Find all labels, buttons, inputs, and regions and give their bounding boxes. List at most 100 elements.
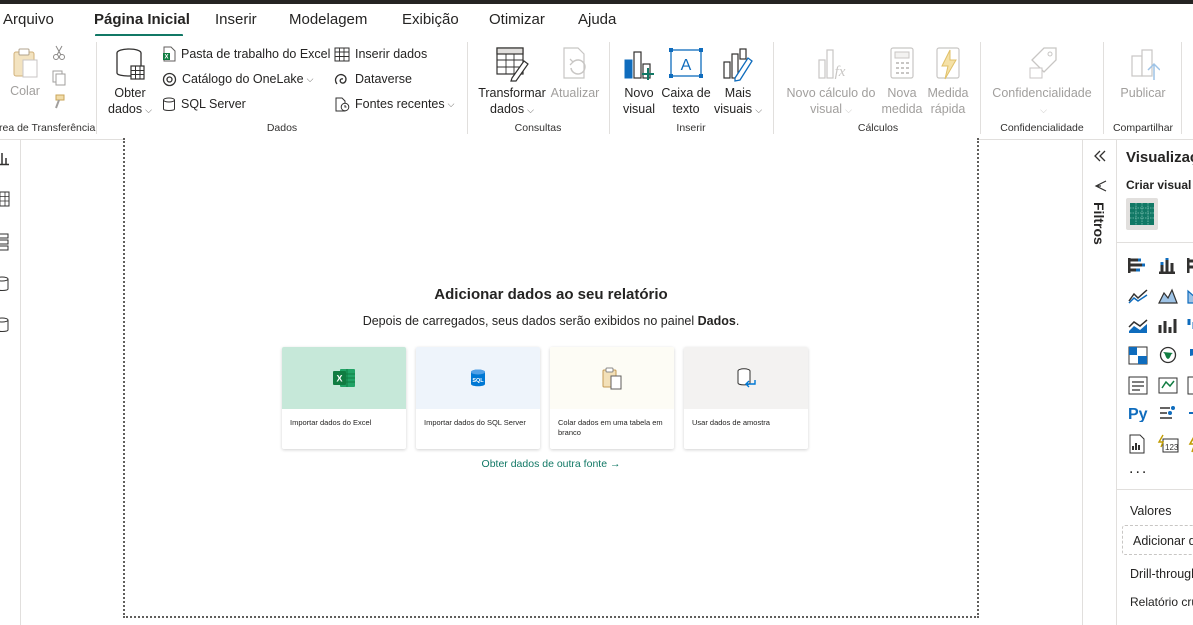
line-chart-icon[interactable] xyxy=(1128,287,1148,304)
model-view-icon[interactable] xyxy=(0,233,10,251)
add-data-fields-dropzone[interactable]: Adicionar dados xyxy=(1122,525,1193,555)
calculator-icon xyxy=(890,47,914,79)
ribbon-chart-icon[interactable] xyxy=(1158,317,1178,334)
new-visual-calculation-button[interactable]: fx Novo cálculo do visual ⌵ xyxy=(781,46,881,118)
recent-sources-icon xyxy=(335,97,350,111)
use-sample-data-card[interactable]: Usar dados de amostra xyxy=(684,347,808,449)
chevron-down-icon: ⌵ xyxy=(527,105,534,115)
copy-icon[interactable] xyxy=(51,70,67,86)
clustered-bar-chart-icon[interactable] xyxy=(1187,257,1193,274)
tmdl-view-icon[interactable] xyxy=(0,317,10,334)
paginated-report-icon[interactable] xyxy=(1128,434,1148,454)
add-data-subtitle: Depois de carregados, seus dados serão e… xyxy=(362,314,740,328)
separator xyxy=(609,42,610,134)
format-painter-icon[interactable] xyxy=(50,94,66,110)
chevron-down-icon: ⌵ xyxy=(447,98,455,109)
decomposition-tree-icon[interactable] xyxy=(1187,404,1193,423)
group-label-insert: Inserir xyxy=(676,122,706,134)
tab-ajuda[interactable]: Ajuda xyxy=(578,11,616,28)
key-influencers-icon[interactable] xyxy=(1158,404,1178,423)
separator xyxy=(773,42,774,134)
separator xyxy=(1181,42,1182,134)
sql-server-button[interactable]: SQL Server xyxy=(162,93,246,115)
text-box-button[interactable]: A Caixa de texto xyxy=(659,46,713,117)
more-visuals-button[interactable]: Mais visuais ⌵ xyxy=(711,46,765,118)
table-view-icon[interactable] xyxy=(0,191,10,207)
excel-workbook-button[interactable]: X Pasta de trabalho do Excel xyxy=(162,43,330,65)
card-visual-icon[interactable] xyxy=(1187,376,1193,395)
build-visual-tab[interactable] xyxy=(1126,198,1158,230)
dataverse-icon xyxy=(334,73,347,84)
group-label-data: Dados xyxy=(266,122,298,134)
table-visual-icon[interactable] xyxy=(1128,376,1148,395)
kpi-icon[interactable] xyxy=(1158,376,1178,395)
sql-server-icon: SQL xyxy=(471,369,485,387)
cut-icon[interactable] xyxy=(52,45,66,61)
svg-text:SQL: SQL xyxy=(472,378,484,384)
collapse-chevrons-icon[interactable] xyxy=(1093,149,1107,163)
paste-button[interactable]: Colar xyxy=(6,46,44,99)
quick-measure-icon xyxy=(936,47,960,80)
filled-map-icon[interactable] xyxy=(1187,346,1193,365)
recent-sources-button[interactable]: Fontes recentes ⌵ xyxy=(334,93,454,115)
refresh-icon xyxy=(563,47,586,79)
onelake-icon xyxy=(162,72,177,86)
pane-divider xyxy=(1117,489,1193,490)
tab-inserir[interactable]: Inserir xyxy=(215,11,257,28)
smart-narrative-icon[interactable]: 123 xyxy=(1157,434,1179,454)
tab-otimizar[interactable]: Otimizar xyxy=(489,11,545,28)
tab-exibicao[interactable]: Exibição xyxy=(402,11,459,28)
pane-divider xyxy=(1117,242,1193,243)
build-visual-label: Criar visual xyxy=(1126,178,1192,192)
new-visual-icon xyxy=(624,51,654,80)
values-well-label: Valores xyxy=(1130,504,1172,518)
get-data-button[interactable]: Obter dados ⌵ xyxy=(104,46,156,118)
line-and-column-chart-icon[interactable] xyxy=(1128,317,1148,334)
report-canvas[interactable]: Adicionar dados ao seu relatório Depois … xyxy=(123,138,979,618)
svg-text:fx: fx xyxy=(835,64,846,80)
dataverse-button[interactable]: Dataverse xyxy=(334,68,412,90)
waterfall-chart-icon[interactable] xyxy=(1187,317,1193,334)
python-visual-icon[interactable]: Py xyxy=(1127,404,1149,422)
transform-data-button[interactable]: Transformar dados ⌵ xyxy=(475,46,549,118)
filters-pane-collapsed[interactable]: Filtros xyxy=(1082,140,1117,625)
tab-modelagem[interactable]: Modelagem xyxy=(289,11,367,28)
group-label-clipboard: Área de Transferência xyxy=(0,122,96,134)
onelake-catalog-button[interactable]: Catálogo do OneLake ⌵ xyxy=(162,68,313,90)
new-visual-button[interactable]: Novo visual xyxy=(617,46,661,117)
dax-query-view-icon[interactable] xyxy=(0,276,10,293)
report-view-icon[interactable] xyxy=(0,150,10,166)
visualizations-pane: Visualizações Criar visual Py 123 ... Va… xyxy=(1117,140,1193,625)
sensitivity-button[interactable]: Confidencialidade ⌵ xyxy=(988,46,1096,118)
chevron-down-icon: ⌵ xyxy=(306,73,314,84)
paste-blank-table-card[interactable]: Colar dados em uma tabela em branco xyxy=(550,347,674,449)
publish-icon xyxy=(1131,49,1160,80)
visualizations-title: Visualizações xyxy=(1126,149,1193,166)
matrix-funnel-icon[interactable] xyxy=(1128,346,1148,365)
tab-arquivo[interactable]: Arquivo xyxy=(3,11,54,28)
svg-text:123: 123 xyxy=(1165,443,1179,452)
new-measure-button[interactable]: Nova medida xyxy=(878,46,926,117)
area-chart-icon[interactable] xyxy=(1158,287,1178,304)
get-data-other-source-link[interactable]: Obter dados de outra fonte → xyxy=(125,458,977,470)
stacked-area-chart-icon[interactable] xyxy=(1187,287,1193,304)
stacked-column-chart-icon[interactable] xyxy=(1158,257,1176,274)
card-top xyxy=(684,347,808,409)
enter-data-button[interactable]: Inserir dados xyxy=(334,43,427,65)
refresh-button[interactable]: Atualizar xyxy=(548,46,602,101)
card-top: X xyxy=(282,347,406,409)
chevron-down-icon: ⌵ xyxy=(755,105,763,115)
sensitivity-tag-icon xyxy=(1029,47,1057,79)
map-icon[interactable] xyxy=(1158,346,1178,365)
publish-button[interactable]: Publicar xyxy=(1114,46,1172,101)
svg-text:X: X xyxy=(336,374,342,384)
metrics-icon[interactable] xyxy=(1187,434,1193,454)
import-excel-card[interactable]: X Importar dados do Excel xyxy=(282,347,406,449)
stacked-bar-chart-icon[interactable] xyxy=(1128,257,1146,274)
filter-icon xyxy=(1094,180,1107,192)
import-sql-server-card[interactable]: SQL Importar dados do SQL Server xyxy=(416,347,540,449)
tab-pagina-inicial[interactable]: Página Inicial xyxy=(94,11,190,28)
chevron-down-icon: ⌵ xyxy=(845,105,852,115)
more-visuals-ellipsis[interactable]: ... xyxy=(1129,460,1148,478)
quick-measure-button[interactable]: Medida rápida xyxy=(924,46,972,117)
